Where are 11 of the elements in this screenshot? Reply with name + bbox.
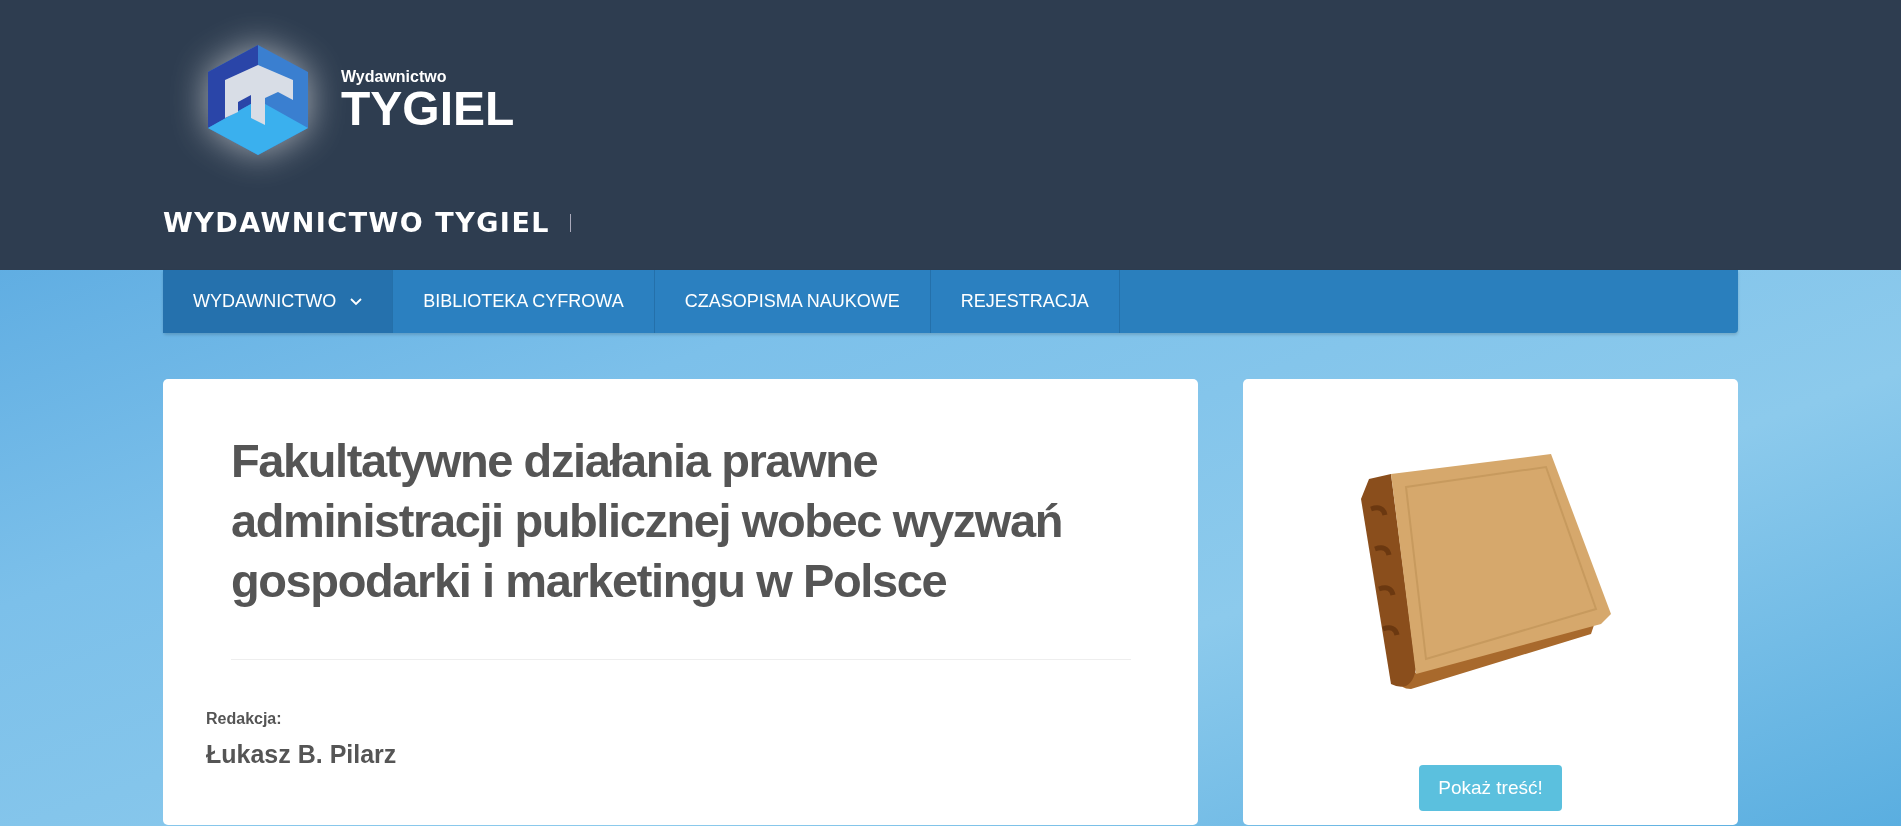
logo-wordmark: TYGIEL xyxy=(341,85,515,132)
site-title-link[interactable]: WYDAWNICTWO TYGIEL xyxy=(163,207,551,238)
editor-name: Łukasz B. Pilarz xyxy=(206,740,398,769)
nav-link[interactable]: CZASOPISMA NAUKOWE xyxy=(654,270,931,333)
book-title: Fakultatywne działania prawne administracji publicznej wobec wyzwań gospodarki i marketingu w Polsce xyxy=(231,433,1063,609)
editor-label: Redakcja: xyxy=(206,710,283,728)
chevron-down-icon xyxy=(350,297,363,306)
logo-text: Wydawnictwo xyxy=(341,67,448,86)
nav-menu-dropdown[interactable]: WYDAWNICTWO xyxy=(163,270,394,333)
nav-link[interactable]: REJESTRACJA xyxy=(930,270,1120,333)
nav-link[interactable]: BIBLIOTEKA CYFROWA xyxy=(393,270,655,333)
